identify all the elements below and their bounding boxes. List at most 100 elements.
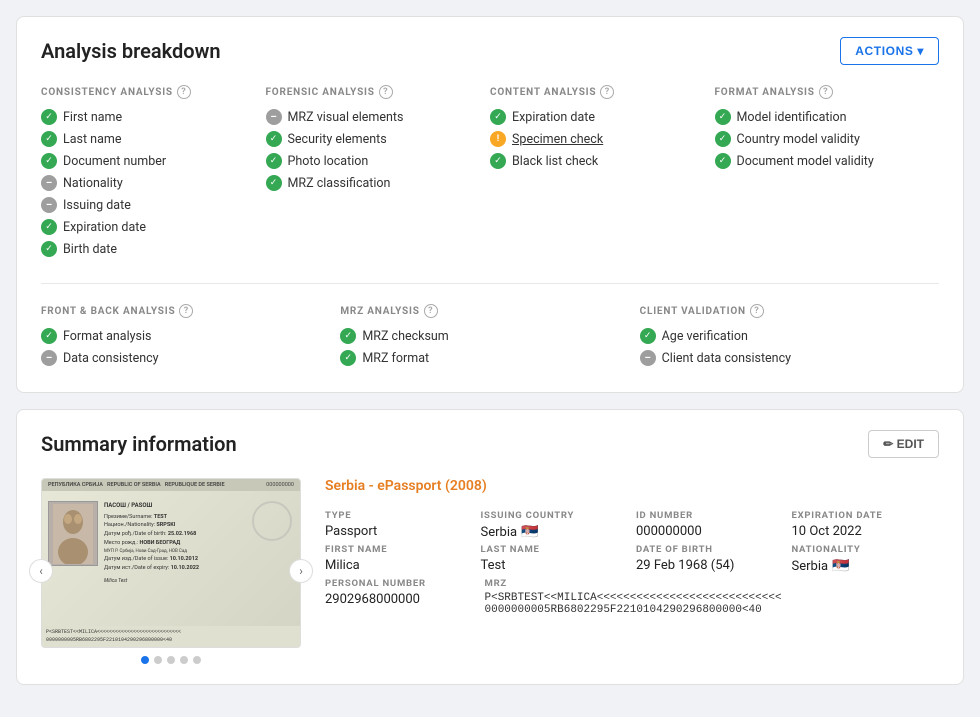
check-icon: ✓ [41,328,57,344]
edit-button[interactable]: ✏ EDIT [868,430,939,458]
front-back-format: ✓ Format analysis [41,328,324,344]
client-help-icon[interactable]: ? [750,304,764,318]
mrz-format: ✓ MRZ format [340,350,623,366]
last-name-field: LAST NAME Test [481,544,629,574]
check-icon: ✓ [266,131,282,147]
issuing-country-label: ISSUING COUNTRY [481,510,629,521]
front-back-data-consistency: – Data consistency [41,350,324,366]
last-name-value: Test [481,558,629,573]
client-section-title: CLIENT VALIDATION ? [640,304,923,318]
analysis-card-title: Analysis breakdown [41,39,221,63]
forensic-security-elements: ✓ Security elements [266,131,475,147]
carousel-dot-1[interactable] [141,656,149,664]
mrz-help-icon[interactable]: ? [424,304,438,318]
analysis-grid-row1: CONSISTENCY ANALYSIS ? ✓ First name ✓ La… [41,85,939,263]
id-number-label: ID NUMBER [636,510,784,521]
mrz-field-value: P<SRBTEST<<MILICA<<<<<<<<<<<<<<<<<<<<<<<… [485,592,940,616]
consistency-birth-date: ✓ Birth date [41,241,250,257]
passport-photo-svg [53,504,93,564]
check-icon: ✓ [41,131,57,147]
consistency-last-name: ✓ Last name [41,131,250,147]
front-back-title: FRONT & BACK ANALYSIS ? [41,304,324,318]
carousel-dot-2[interactable] [154,656,162,664]
passport-image-container: ‹ РЕПУБЛИКА СРБИЈА REPUBLIC OF SERBIA RE… [41,478,301,664]
content-help-icon[interactable]: ? [600,85,614,99]
forensic-mrz-visual: – MRZ visual elements [266,109,475,125]
minus-icon: – [41,197,57,213]
carousel-next-arrow[interactable]: › [289,559,313,583]
check-icon: ✓ [715,131,731,147]
forensic-section-title: FORENSIC ANALYSIS ? [266,85,475,99]
forensic-mrz-classification: ✓ MRZ classification [266,175,475,191]
passport-mrz: P<SRBTEST<<MILICA<<<<<<<<<<<<<<<<<<<<<<<… [42,626,300,647]
forensic-photo-location: ✓ Photo location [266,153,475,169]
nationality-value: Serbia 🇷🇸 [792,558,940,574]
passport-image: РЕПУБЛИКА СРБИЈА REPUBLIC OF SERBIA REPU… [41,478,301,648]
consistency-first-name: ✓ First name [41,109,250,125]
check-icon: ✓ [715,153,731,169]
client-age-verification: ✓ Age verification [640,328,923,344]
first-name-label: FIRST NAME [325,544,473,555]
consistency-help-icon[interactable]: ? [177,85,191,99]
id-number-field: ID NUMBER 000000000 [636,510,784,540]
carousel-dot-5[interactable] [193,656,201,664]
warning-icon: ! [490,131,506,147]
info-grid-row1: TYPE Passport ISSUING COUNTRY Serbia 🇷🇸 … [325,510,939,540]
carousel-dot-3[interactable] [167,656,175,664]
analysis-breakdown-card: Analysis breakdown ACTIONS ▾ CONSISTENCY… [16,16,964,393]
expiration-date-label: EXPIRATION DATE [792,510,940,521]
passport-text-area: ПАСОШ / PASОШ Презиме/Surname: TEST Наци… [104,501,294,643]
format-country-model: ✓ Country model validity [715,131,924,147]
check-icon: ✓ [490,153,506,169]
consistency-document-number: ✓ Document number [41,153,250,169]
passport-photo [48,501,98,566]
nationality-label: NATIONALITY [792,544,940,555]
carousel-dot-4[interactable] [180,656,188,664]
type-value: Passport [325,524,473,539]
front-back-help-icon[interactable]: ? [179,304,193,318]
mrz-field: MRZ P<SRBTEST<<MILICA<<<<<<<<<<<<<<<<<<<… [485,578,940,616]
nationality-field: NATIONALITY Serbia 🇷🇸 [792,544,940,574]
minus-icon: – [41,350,57,366]
content-analysis-section: CONTENT ANALYSIS ? ✓ Expiration date ! S… [490,85,715,263]
client-validation-section: CLIENT VALIDATION ? ✓ Age verification –… [640,304,939,372]
carousel-dots [41,656,301,664]
consistency-expiration-date: ✓ Expiration date [41,219,250,235]
format-section-title: FORMAT ANALYSIS ? [715,85,924,99]
content-specimen-check: ! Specimen check [490,131,699,147]
consistency-section-title: CONSISTENCY ANALYSIS ? [41,85,250,99]
check-icon: ✓ [41,219,57,235]
content-expiration-date: ✓ Expiration date [490,109,699,125]
first-name-field: FIRST NAME Milica [325,544,473,574]
summary-card-header: Summary information ✏ EDIT [41,430,939,458]
passport-content-area: ПАСОШ / PASОШ Презиме/Surname: TEST Наци… [42,497,300,647]
check-icon: ✓ [41,153,57,169]
nationality-flag: 🇷🇸 [832,558,849,574]
type-label: TYPE [325,510,473,521]
format-help-icon[interactable]: ? [819,85,833,99]
personal-number-value: 2902968000000 [325,592,477,607]
summary-card-title: Summary information [41,432,237,456]
content-blacklist-check: ✓ Black list check [490,153,699,169]
id-number-value: 000000000 [636,524,784,539]
issuing-country-value: Serbia 🇷🇸 [481,524,629,540]
forensic-help-icon[interactable]: ? [379,85,393,99]
content-section-title: CONTENT ANALYSIS ? [490,85,699,99]
first-name-value: Milica [325,558,473,573]
summary-body: ‹ РЕПУБЛИКА СРБИЈА REPUBLIC OF SERBIA RE… [41,478,939,664]
last-name-label: LAST NAME [481,544,629,555]
issuing-country-flag: 🇷🇸 [521,524,538,540]
actions-button[interactable]: ACTIONS ▾ [840,37,939,65]
consistency-issuing-date: – Issuing date [41,197,250,213]
carousel-prev-arrow[interactable]: ‹ [29,559,53,583]
mrz-checksum: ✓ MRZ checksum [340,328,623,344]
check-icon: ✓ [340,328,356,344]
check-icon: ✓ [266,175,282,191]
consistency-nationality: – Nationality [41,175,250,191]
analysis-divider [41,283,939,284]
mrz-section-title: MRZ ANALYSIS ? [340,304,623,318]
mrz-field-label: MRZ [485,578,940,589]
analysis-card-header: Analysis breakdown ACTIONS ▾ [41,37,939,65]
doc-type-title: Serbia - ePassport (2008) [325,478,939,494]
check-icon: ✓ [640,328,656,344]
